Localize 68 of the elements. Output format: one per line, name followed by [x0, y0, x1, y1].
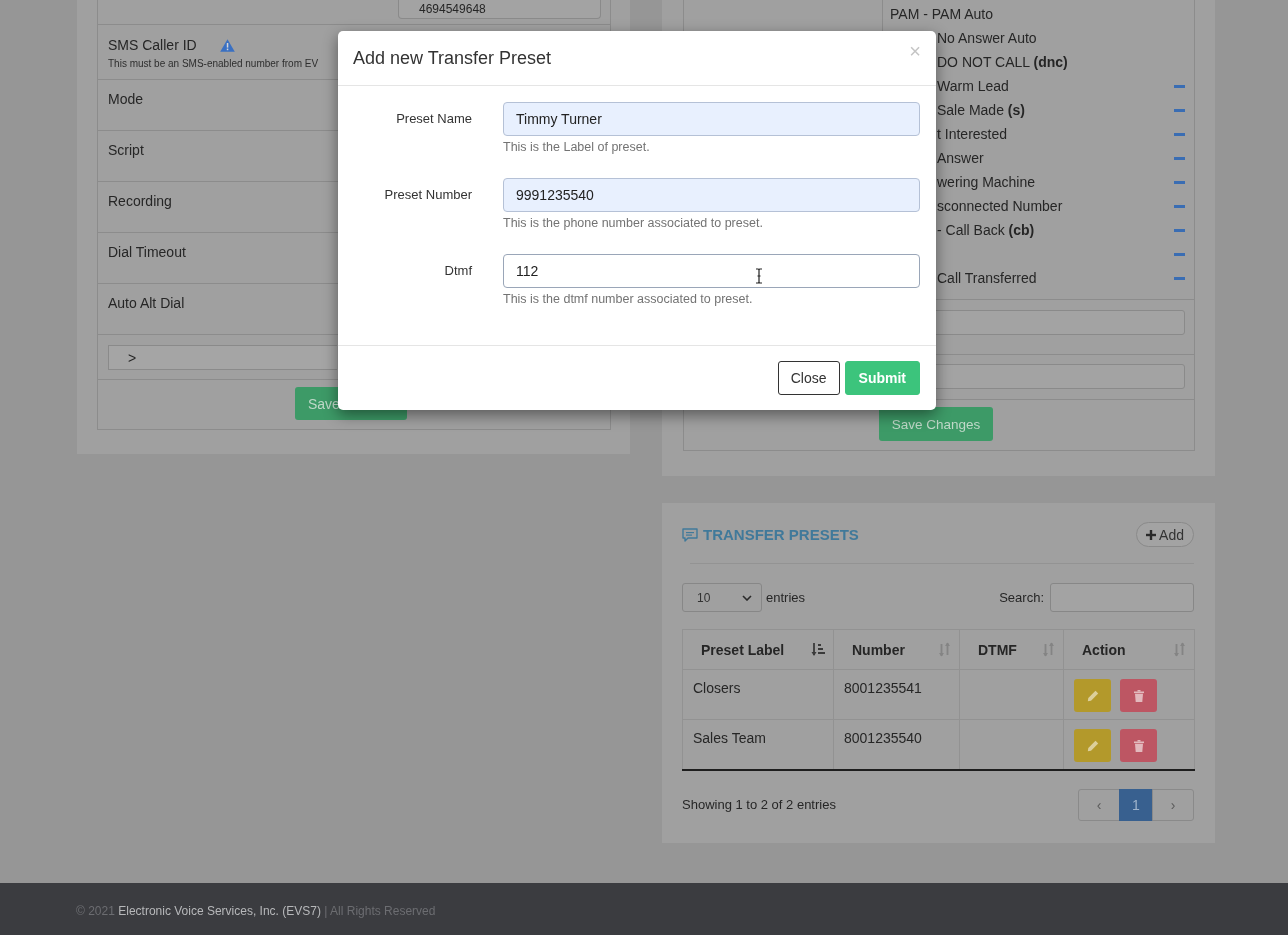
company-link[interactable]: Electronic Voice Services, Inc. (EVS7) [118, 904, 321, 918]
column-header[interactable]: Action [1063, 629, 1195, 670]
setting-label: Recording [108, 193, 172, 209]
minus-icon[interactable] [1174, 132, 1185, 136]
column-header[interactable]: DTMF [959, 629, 1064, 670]
table-cell: Closers [682, 669, 834, 720]
column-header[interactable]: Number [833, 629, 960, 670]
trash-icon [1133, 739, 1144, 752]
help-text: This is the phone number associated to preset. [503, 215, 763, 232]
page-button[interactable]: 1 [1119, 788, 1153, 821]
text-field[interactable]: Timmy Turner [503, 102, 920, 136]
status-label: DO NOT CALL (dnc) [937, 54, 1068, 70]
setting-label: Dial Timeout [108, 244, 186, 260]
trash-icon [1133, 689, 1144, 702]
status-label: - Call Back (cb) [937, 222, 1035, 238]
status-label: No Answer Auto [937, 30, 1037, 46]
help-text: This is the Label of preset. [503, 139, 650, 156]
table-cell: Sales Team [682, 719, 834, 770]
expand-toggle[interactable]: > [108, 345, 337, 370]
field-label: Preset Number [383, 186, 472, 204]
delete-button[interactable] [1120, 679, 1157, 712]
status-label: PAM - PAM Auto [890, 6, 993, 22]
text-cursor-icon [755, 268, 763, 284]
minus-icon[interactable] [1174, 84, 1185, 88]
entries-info: Showing 1 to 2 of 2 entries [682, 797, 836, 812]
modal-title: Add new Transfer Preset [353, 47, 552, 69]
help-text: This is the dtmf number associated to preset. [503, 291, 753, 308]
field-label: Preset Name [395, 110, 472, 128]
section-title: TRANSFER PRESETS [703, 526, 859, 543]
status-label: sconnected Number [937, 198, 1063, 214]
edit-button[interactable] [1074, 679, 1111, 712]
entries-select[interactable]: 10 [682, 583, 762, 612]
pencil-icon [1086, 689, 1099, 702]
minus-icon[interactable] [1174, 204, 1185, 208]
chevron-down-icon [742, 594, 752, 601]
minus-icon[interactable] [1174, 180, 1185, 184]
text-field[interactable]: 9991235540 [503, 178, 920, 212]
minus-icon[interactable] [1174, 252, 1185, 256]
setting-label: Script [108, 142, 144, 158]
status-label: Answer [937, 150, 984, 166]
delete-button[interactable] [1120, 729, 1157, 762]
minus-icon[interactable] [1174, 276, 1185, 280]
close-dialog-button[interactable]: Close [777, 361, 840, 395]
column-header[interactable]: Preset Label [682, 629, 834, 670]
field-label: Dtmf [443, 262, 472, 280]
search-field[interactable] [1050, 583, 1194, 612]
status-label: t Interested [937, 126, 1008, 142]
minus-icon[interactable] [1174, 108, 1185, 112]
setting-label: Auto Alt Dial [108, 295, 185, 311]
add-button[interactable]: Add [1136, 522, 1194, 547]
pencil-icon [1086, 739, 1099, 752]
minus-icon[interactable] [1174, 228, 1185, 232]
phone-field[interactable]: 4694549648 [398, 0, 601, 19]
edit-button[interactable] [1074, 729, 1111, 762]
minus-icon[interactable] [1174, 156, 1185, 160]
setting-label: Mode [108, 91, 144, 107]
text-field[interactable]: 112 [503, 254, 920, 288]
status-label: Call Transferred [937, 270, 1037, 286]
status-label: wering Machine [937, 174, 1036, 190]
status-label: Sale Made (s) [937, 102, 1025, 118]
chat-icon [682, 527, 698, 542]
setting-label: SMS Caller ID [108, 37, 197, 53]
entries-label: entries [766, 590, 806, 605]
search-label: Search: [999, 590, 1044, 605]
status-label: Warm Lead [937, 78, 1009, 94]
table-cell: 8001235540 [833, 719, 960, 770]
plus-icon [1146, 529, 1157, 540]
help-text: This must be an SMS-enabled number from EV [108, 58, 319, 70]
